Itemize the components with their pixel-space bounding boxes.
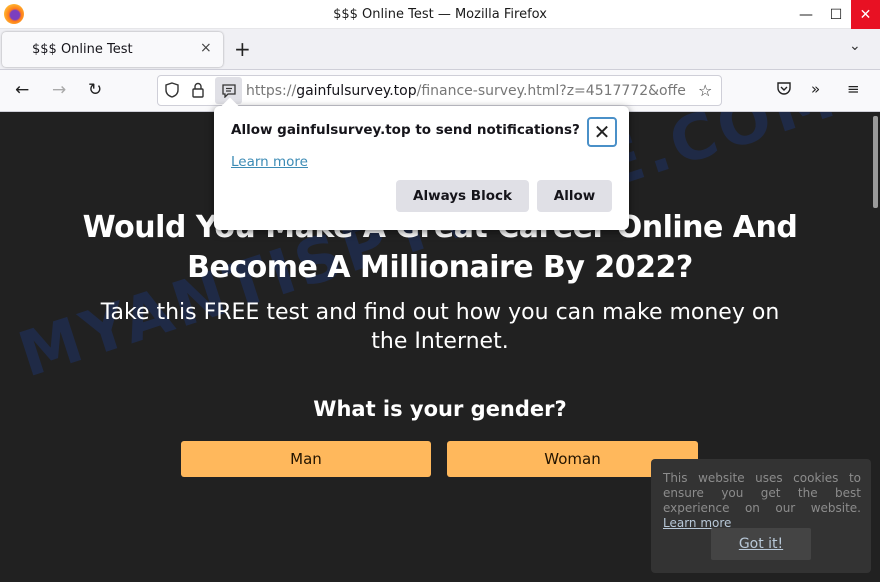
cookie-text: This website uses cookies to ensure you … xyxy=(663,471,861,531)
new-tab-button[interactable]: + xyxy=(234,37,251,61)
forward-button[interactable]: → xyxy=(52,80,66,100)
minimize-button[interactable]: — xyxy=(791,0,821,29)
cookie-accept-button[interactable]: Got it! xyxy=(711,528,811,560)
address-bar[interactable]: https://gainfulsurvey.top/finance-survey… xyxy=(157,75,722,106)
url-scheme: https:// xyxy=(246,83,297,99)
url-text[interactable]: https://gainfulsurvey.top/finance-survey… xyxy=(246,83,686,99)
popup-learn-more-link[interactable]: Learn more xyxy=(231,154,308,170)
app-menu-button[interactable]: ≡ xyxy=(847,80,860,98)
popup-title: Allow gainfulsurvey.top to send notifica… xyxy=(231,122,580,138)
tab-close-icon[interactable]: × xyxy=(200,40,212,56)
tracking-protection-shield-icon[interactable] xyxy=(165,82,179,102)
answer-man-button[interactable]: Man xyxy=(181,441,431,477)
close-window-button[interactable]: ✕ xyxy=(851,0,880,29)
window-titlebar: $$$ Online Test — Mozilla Firefox — ☐ ✕ xyxy=(0,0,880,29)
back-button[interactable]: ← xyxy=(15,80,29,100)
notification-permission-popup: Allow gainfulsurvey.top to send notifica… xyxy=(214,97,629,230)
tab-online-test[interactable]: $$$ Online Test × xyxy=(2,32,223,67)
gender-question: What is your gender? xyxy=(313,397,567,421)
pocket-icon[interactable] xyxy=(776,80,792,100)
cookie-banner: This website uses cookies to ensure you … xyxy=(651,459,871,573)
more-tools-button[interactable]: » xyxy=(811,80,820,98)
bookmark-star-icon[interactable]: ☆ xyxy=(698,81,712,100)
url-host: gainfulsurvey.top xyxy=(296,83,417,99)
list-all-tabs-button[interactable]: ⌄ xyxy=(849,38,861,54)
page-subheadline: Take this FREE test and find out how you… xyxy=(100,300,780,354)
tab-title: $$$ Online Test xyxy=(32,42,133,57)
allow-button[interactable]: Allow xyxy=(537,180,612,212)
reload-button[interactable]: ↻ xyxy=(88,80,102,100)
window-title: $$$ Online Test — Mozilla Firefox xyxy=(333,7,547,22)
tab-strip: $$$ Online Test × + ⌄ xyxy=(0,29,880,70)
url-path: /finance-survey.html?z=4517772&offer xyxy=(416,83,686,99)
page-scrollbar[interactable] xyxy=(873,116,878,208)
always-block-button[interactable]: Always Block xyxy=(396,180,529,212)
lock-icon[interactable] xyxy=(192,82,204,102)
maximize-button[interactable]: ☐ xyxy=(821,0,851,29)
cookie-message: This website uses cookies to ensure you … xyxy=(663,471,861,515)
popup-close-icon[interactable]: ✕ xyxy=(587,117,617,147)
